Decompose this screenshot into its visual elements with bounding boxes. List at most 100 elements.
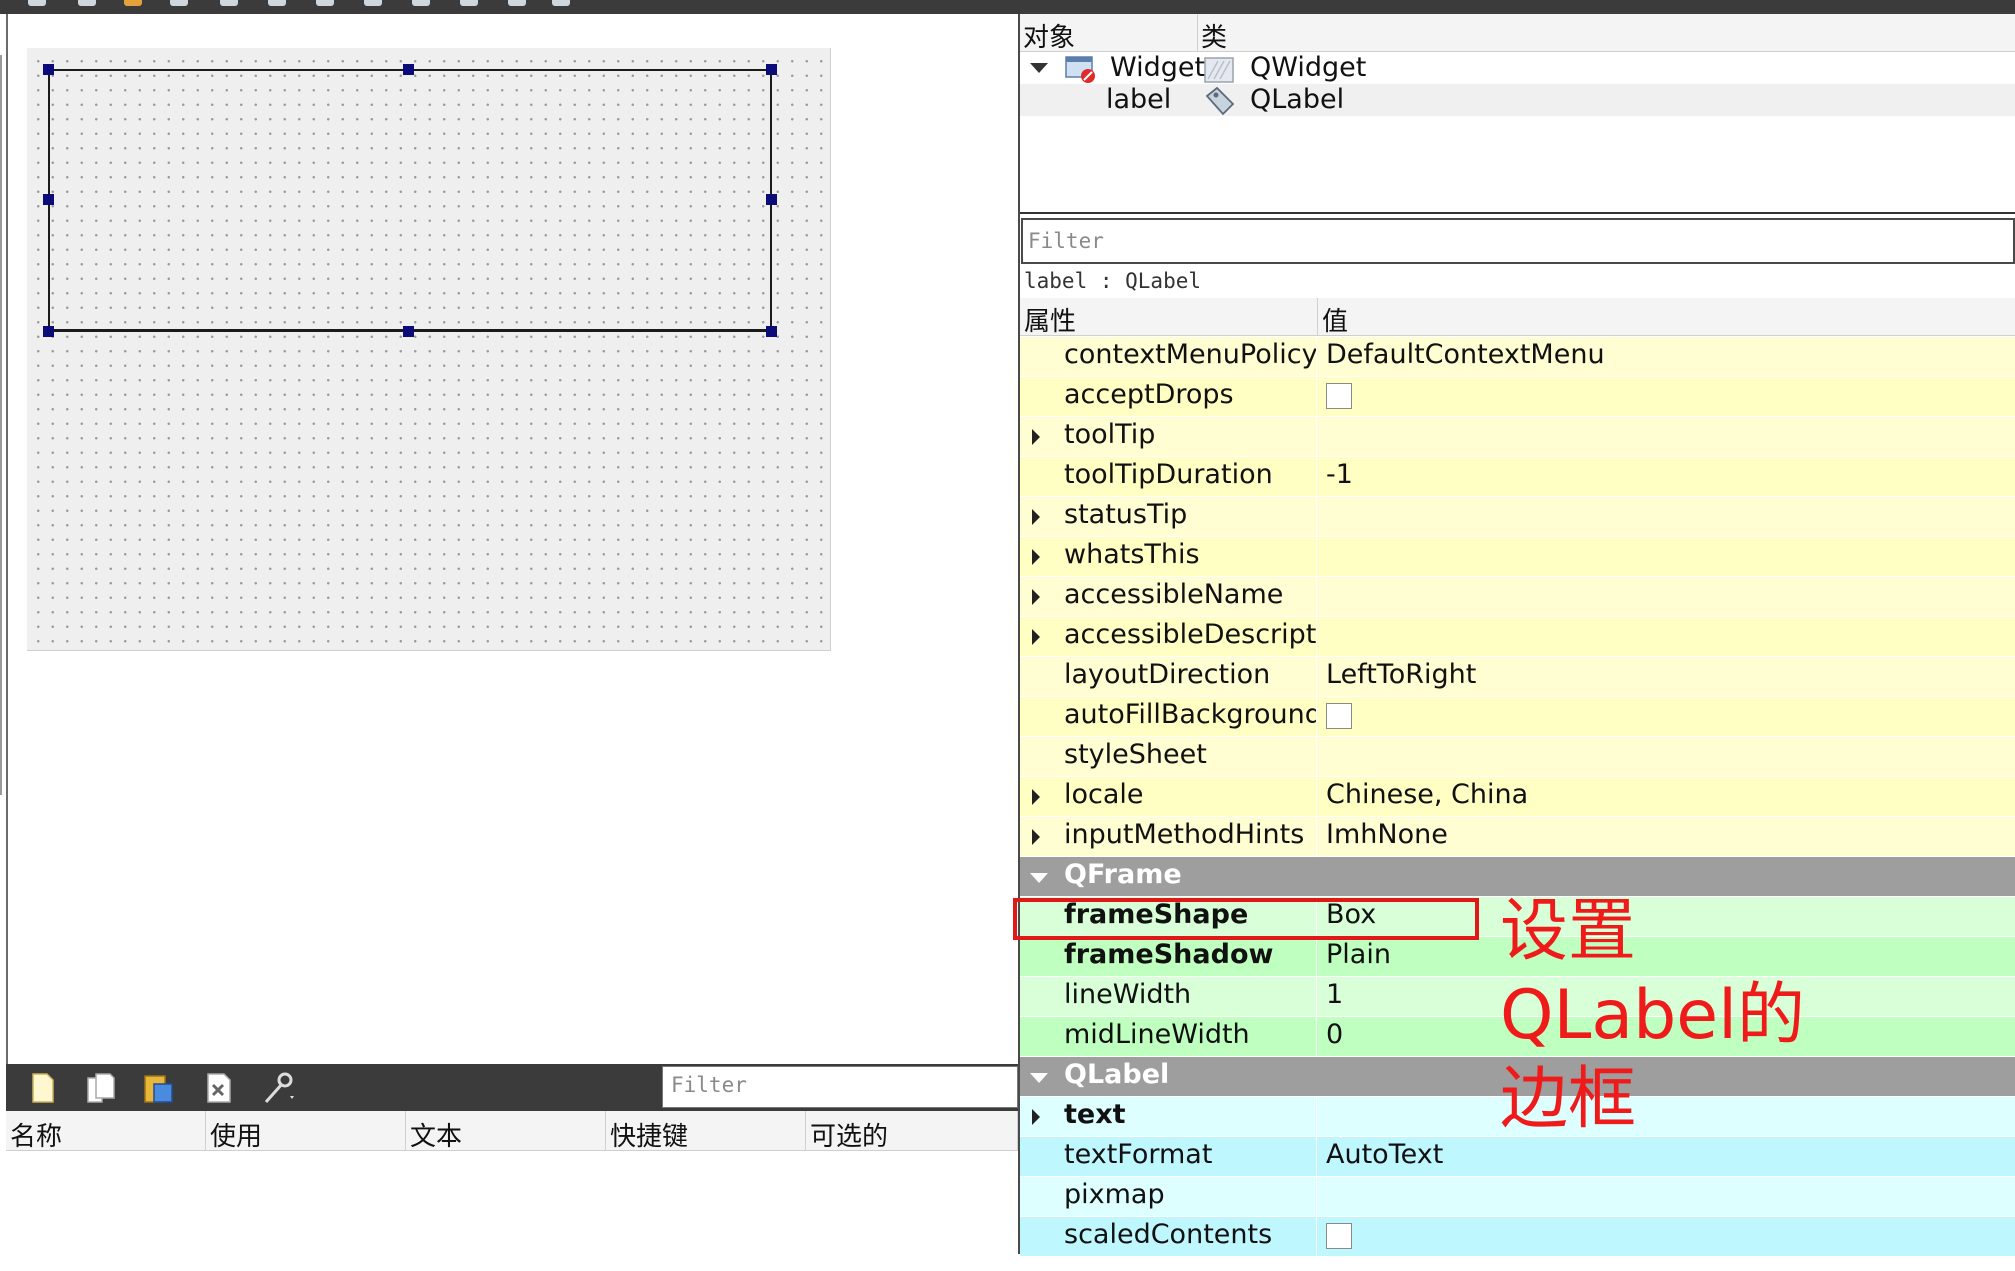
property-value[interactable] <box>1318 377 2015 416</box>
toolbar-icon[interactable] <box>268 0 286 6</box>
property-row-autoFillBackground[interactable]: autoFillBackground <box>1020 697 2015 737</box>
property-row-scaledContents[interactable]: scaledContents <box>1020 1217 2015 1257</box>
property-value[interactable] <box>1318 1177 2015 1216</box>
paste-icon[interactable] <box>140 1070 176 1106</box>
copy-icon[interactable] <box>82 1070 118 1106</box>
property-name: text <box>1020 1097 1317 1136</box>
property-row-textFormat[interactable]: textFormat AutoText <box>1020 1137 2015 1177</box>
resize-handle-top-right[interactable] <box>766 64 777 75</box>
toolbar-icon[interactable] <box>316 0 334 6</box>
column-header-name[interactable]: 名称 <box>6 1111 206 1152</box>
qlabel-tag-icon <box>1205 86 1235 116</box>
toolbar-icon[interactable] <box>460 0 478 6</box>
resize-handle-bottom-left[interactable] <box>43 326 54 337</box>
property-name: pixmap <box>1020 1177 1317 1216</box>
toolbar-icon[interactable] <box>220 0 238 6</box>
selected-label-widget[interactable] <box>48 69 772 332</box>
property-name: styleSheet <box>1020 737 1317 776</box>
resize-handle-top[interactable] <box>403 64 414 75</box>
resize-handle-right[interactable] <box>766 194 777 205</box>
annotation-line: QLabel的 <box>1500 976 1805 1055</box>
property-name: acceptDrops <box>1020 377 1317 416</box>
resize-handle-bottom[interactable] <box>403 326 414 337</box>
property-table-header: 属性 值 <box>1020 298 2015 337</box>
property-checkbox[interactable] <box>1326 1223 1352 1249</box>
column-header-checkable[interactable]: 可选的 <box>806 1111 1018 1152</box>
property-row-accessibleName[interactable]: accessibleName <box>1020 577 2015 617</box>
property-row-contextMenuPolicy[interactable]: contextMenuPolicy DefaultContextMenu <box>1020 337 2015 377</box>
property-row-statusTip[interactable]: statusTip <box>1020 497 2015 537</box>
property-name: toolTipDuration <box>1020 457 1317 496</box>
object-inspector: 对象 类 Widget QWidget label QLabel <box>1020 14 2015 215</box>
column-header-property[interactable]: 属性 <box>1020 298 1318 337</box>
property-value[interactable] <box>1318 1217 2015 1256</box>
property-row-styleSheet[interactable]: styleSheet <box>1020 737 2015 777</box>
property-value[interactable]: -1 <box>1318 457 2015 496</box>
toolbar-icon[interactable] <box>170 0 188 6</box>
property-checkbox[interactable] <box>1326 703 1352 729</box>
property-name: layoutDirection <box>1020 657 1317 696</box>
action-table-header: 名称 使用 文本 快捷键 可选的 <box>6 1111 1018 1152</box>
property-value[interactable] <box>1318 737 2015 776</box>
property-value[interactable]: ImhNone <box>1318 817 2015 856</box>
property-row-toolTipDuration[interactable]: toolTipDuration -1 <box>1020 457 2015 497</box>
column-header-value[interactable]: 值 <box>1318 298 2015 337</box>
current-object-label: label : QLabel <box>1024 269 1202 293</box>
new-action-icon[interactable] <box>24 1070 60 1106</box>
property-row-locale[interactable]: locale Chinese, China <box>1020 777 2015 817</box>
property-row-pixmap[interactable]: pixmap <box>1020 1177 2015 1217</box>
delete-icon[interactable] <box>200 1070 236 1106</box>
resize-handle-bottom-right[interactable] <box>766 326 777 337</box>
toolbar-icon[interactable] <box>124 0 142 6</box>
column-header-shortcut[interactable]: 快捷键 <box>606 1111 806 1152</box>
toolbar-icon[interactable] <box>364 0 382 6</box>
property-row-whatsThis[interactable]: whatsThis <box>1020 537 2015 577</box>
property-value[interactable] <box>1318 497 2015 536</box>
property-name: contextMenuPolicy <box>1020 337 1317 376</box>
property-row-layoutDirection[interactable]: layoutDirection LeftToRight <box>1020 657 2015 697</box>
property-checkbox[interactable] <box>1326 383 1352 409</box>
property-value[interactable] <box>1318 697 2015 736</box>
column-header-object[interactable]: 对象 <box>1020 14 1198 53</box>
configure-icon[interactable] <box>260 1070 296 1106</box>
property-row-acceptDrops[interactable]: acceptDrops <box>1020 377 2015 417</box>
tree-row-widget[interactable]: Widget QWidget <box>1020 52 2015 84</box>
action-filter-input[interactable]: Filter <box>662 1066 1018 1108</box>
column-header-text[interactable]: 文本 <box>406 1111 606 1152</box>
property-value[interactable] <box>1318 617 2015 656</box>
tree-object-name: label <box>1106 84 1172 115</box>
resize-handle-top-left[interactable] <box>43 64 54 75</box>
property-value[interactable]: AutoText <box>1318 1137 2015 1176</box>
toolbar-icon[interactable] <box>412 0 430 6</box>
column-header-used[interactable]: 使用 <box>206 1111 406 1152</box>
property-value[interactable] <box>1318 537 2015 576</box>
annotation-line: 设置 <box>1500 892 1637 971</box>
action-editor: Filter 名称 使用 文本 快捷键 可选的 <box>6 1064 1018 1254</box>
column-header-class[interactable]: 类 <box>1198 14 2015 53</box>
property-filter-input[interactable]: Filter <box>1021 218 2015 264</box>
toolbar-icon[interactable] <box>508 0 526 6</box>
toolbar-icon[interactable] <box>552 0 570 6</box>
tree-row-label[interactable]: label QLabel <box>1020 84 2015 116</box>
annotation-text: 设置 QLabel的 边框 <box>1500 890 1820 1142</box>
property-value[interactable]: LeftToRight <box>1318 657 2015 696</box>
object-inspector-header: 对象 类 <box>1020 14 2015 53</box>
property-value[interactable] <box>1318 577 2015 616</box>
property-name: statusTip <box>1020 497 1317 536</box>
property-value[interactable] <box>1318 417 2015 456</box>
expand-arrow-icon[interactable] <box>1030 63 1048 73</box>
property-row-inputMethodHints[interactable]: inputMethodHints ImhNone <box>1020 817 2015 857</box>
property-name: textFormat <box>1020 1137 1317 1176</box>
toolbar-icon[interactable] <box>28 0 46 6</box>
property-name: toolTip <box>1020 417 1317 456</box>
property-value[interactable]: Chinese, China <box>1318 777 2015 816</box>
toolbar-icon[interactable] <box>78 0 96 6</box>
qwidget-icon <box>1204 57 1234 83</box>
tree-class-name: QWidget <box>1250 52 1367 83</box>
property-value[interactable]: DefaultContextMenu <box>1318 337 2015 376</box>
property-name: scaledContents <box>1020 1217 1317 1256</box>
resize-handle-left[interactable] <box>43 194 54 205</box>
property-row-toolTip[interactable]: toolTip <box>1020 417 2015 457</box>
annotation-line: 边框 <box>1500 1060 1637 1139</box>
property-row-accessibleDescription[interactable]: accessibleDescription <box>1020 617 2015 657</box>
